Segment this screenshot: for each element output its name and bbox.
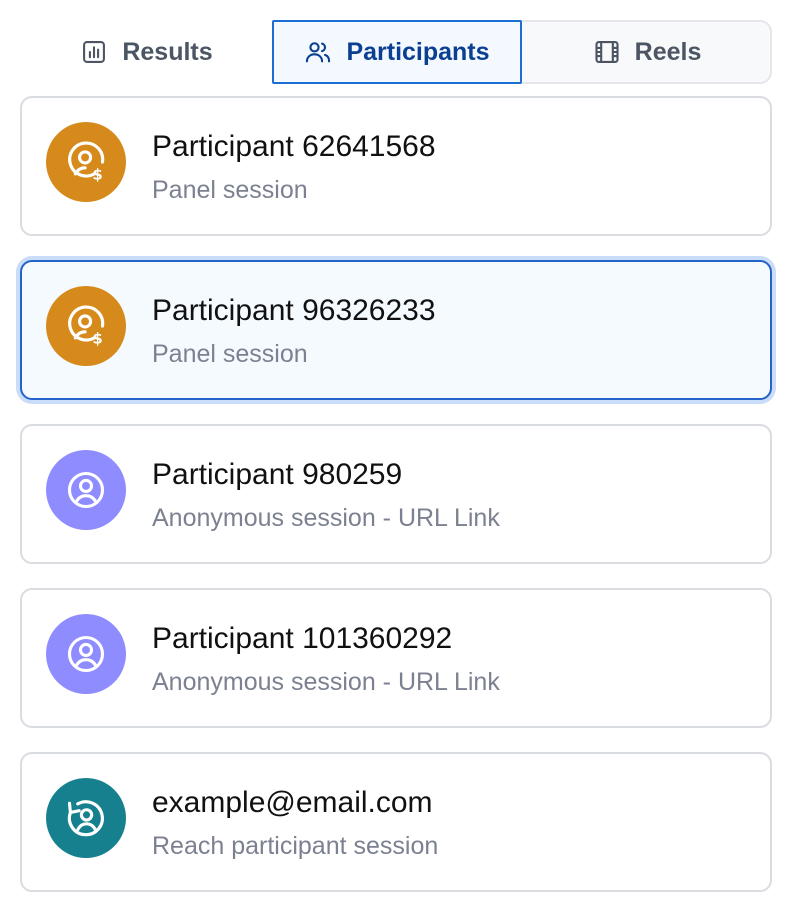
session-type: Panel session <box>152 176 308 204</box>
participant-card[interactable]: Participant 101360292 Anonymous session … <box>20 588 772 728</box>
participant-name: Participant 62641568 <box>152 130 436 163</box>
participant-name: Participant 980259 <box>152 458 403 491</box>
svg-text:$: $ <box>92 166 102 183</box>
session-type: Anonymous session - URL Link <box>152 504 500 532</box>
participant-card[interactable]: Participant 980259 Anonymous session - U… <box>20 424 772 564</box>
user-circle-icon <box>46 614 126 694</box>
tab-results[interactable]: Results <box>20 20 273 84</box>
users-icon <box>304 38 332 66</box>
user-circle-icon <box>46 450 126 530</box>
participant-card-selected[interactable]: $ Participant 96326233 Panel session <box>20 260 772 400</box>
tab-participants-label: Participants <box>346 37 490 66</box>
bar-chart-icon <box>80 38 108 66</box>
paid-user-icon: $ <box>46 286 126 366</box>
tab-reels-label: Reels <box>634 37 702 66</box>
participant-name: Participant 96326233 <box>152 294 436 327</box>
paid-user-icon: $ <box>46 122 126 202</box>
tab-bar: Results Participants Reels <box>20 20 772 84</box>
film-icon <box>593 38 621 66</box>
participant-card[interactable]: $ Participant 62641568 Panel session <box>20 96 772 236</box>
tab-participants[interactable]: Participants <box>272 20 522 84</box>
svg-text:$: $ <box>92 330 102 347</box>
participant-name: Participant 101360292 <box>152 622 453 655</box>
session-type: Anonymous session - URL Link <box>152 668 500 696</box>
participant-email: example@email.com <box>152 786 433 819</box>
participants-panel: Results Participants Reels $ Participant… <box>0 0 788 908</box>
tab-results-label: Results <box>122 37 213 66</box>
session-type: Reach participant session <box>152 832 439 860</box>
returning-user-icon <box>46 778 126 858</box>
participant-card[interactable]: example@email.com Reach participant sess… <box>20 752 772 892</box>
session-type: Panel session <box>152 340 308 368</box>
tab-reels[interactable]: Reels <box>522 20 772 84</box>
